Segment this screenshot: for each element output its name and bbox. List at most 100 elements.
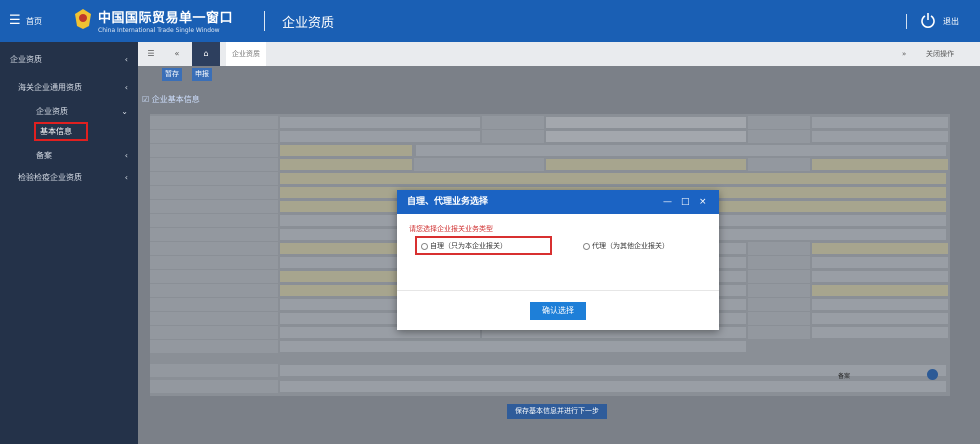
form-field[interactable]: [812, 327, 948, 338]
brand-subtitle: China International Trade Single Window: [98, 27, 220, 34]
form-label: [748, 270, 810, 283]
form-field[interactable]: [812, 159, 948, 170]
sidebar-item-label: 检验检疫企业资质: [18, 173, 82, 182]
sidebar-item-filing[interactable]: 备案 ‹: [0, 146, 138, 166]
modal-question: 请您选择企业报关业务类型: [409, 225, 493, 233]
form-label: [150, 172, 278, 185]
form-field[interactable]: [812, 131, 948, 142]
form-row: [150, 116, 950, 129]
form-field[interactable]: [280, 159, 412, 170]
form-field[interactable]: [812, 285, 948, 296]
save-next-button[interactable]: 保存基本信息并进行下一步: [507, 404, 607, 419]
form-label: [748, 116, 810, 129]
sidebar-item-label: 海关企业通用资质: [18, 83, 82, 92]
form-field[interactable]: [280, 145, 412, 156]
form-label: [482, 116, 544, 129]
form-field[interactable]: [280, 381, 946, 392]
form-row: [150, 172, 950, 185]
menu-toggle-icon[interactable]: ☰: [142, 42, 160, 66]
sidebar-item-qualification[interactable]: 企业资质 ‹: [0, 50, 138, 70]
form-field[interactable]: [812, 117, 948, 128]
section-title: ☑ 企业基本信息: [142, 94, 200, 105]
save-draft-button[interactable]: 暂存: [162, 68, 182, 81]
filing-tag: 备案: [838, 373, 851, 380]
form-label: [150, 200, 278, 213]
form-field[interactable]: [280, 131, 480, 142]
form-label: [150, 186, 278, 199]
form-label: [748, 312, 810, 325]
form-field[interactable]: [280, 341, 746, 352]
chevron-double-left-icon[interactable]: «: [166, 42, 188, 66]
header-divider: [264, 11, 265, 31]
form-row: [150, 130, 950, 143]
close-icon[interactable]: ×: [699, 190, 707, 214]
maximize-icon[interactable]: □: [681, 190, 690, 214]
chevron-left-icon: ‹: [124, 55, 128, 64]
sidebar-item-label: 企业资质: [36, 107, 68, 116]
form-label: [150, 242, 278, 255]
close-tabs-button[interactable]: 关闭操作: [926, 42, 954, 66]
form-label: [150, 364, 278, 377]
power-icon[interactable]: [920, 12, 936, 28]
form-row: [150, 380, 950, 393]
form-label: [748, 256, 810, 269]
form-label: [150, 312, 278, 325]
module-title: 企业资质: [282, 16, 335, 31]
form-label: [150, 340, 278, 353]
form-label: [748, 158, 810, 171]
form-field[interactable]: [416, 145, 946, 156]
form-label: [748, 242, 810, 255]
form-row: [150, 144, 950, 157]
home-link[interactable]: 首页: [26, 16, 42, 27]
form-field[interactable]: [812, 299, 948, 310]
modal-header: 自理、代理业务选择 — □ ×: [397, 190, 719, 214]
form-field[interactable]: [280, 173, 946, 184]
chevron-double-right-icon[interactable]: »: [902, 42, 906, 66]
sidebar: 企业资质 ‹ 海关企业通用资质 ‹ 企业资质 ⌄ 基本信息 备案 ‹ 检验检疫企…: [0, 42, 138, 444]
sidebar-item-enterprise[interactable]: 企业资质 ⌄: [0, 102, 138, 122]
form-label: [748, 298, 810, 311]
form-field[interactable]: [546, 159, 746, 170]
sidebar-item-customs-general[interactable]: 海关企业通用资质 ‹: [0, 78, 138, 98]
confirm-button[interactable]: 确认选择: [530, 302, 586, 320]
form-label: [150, 326, 278, 339]
edit-icon: ☑: [142, 95, 152, 104]
sidebar-item-inspection[interactable]: 检验检疫企业资质 ‹: [0, 168, 138, 188]
section-title-text: 企业基本信息: [151, 95, 200, 104]
tab-enterprise-qualification[interactable]: 企业资质: [226, 42, 266, 66]
form-label: [748, 130, 810, 143]
form-label: [748, 326, 810, 339]
home-tab-icon[interactable]: ⌂: [192, 42, 220, 66]
form-field[interactable]: [812, 243, 948, 254]
form-row: [150, 158, 950, 171]
minimize-icon[interactable]: —: [663, 190, 672, 214]
radio-agent[interactable]: 代理（为其他企业报关）: [583, 239, 669, 253]
form-label: [150, 116, 278, 129]
form-field[interactable]: [812, 257, 948, 268]
form-label: [150, 256, 278, 269]
chevron-down-icon: ⌄: [121, 107, 128, 116]
form-label: [150, 380, 278, 393]
customs-emblem-icon: [75, 9, 91, 29]
form-field[interactable]: [546, 131, 746, 142]
menu-icon[interactable]: ☰: [9, 13, 21, 28]
brand-title: 中国国际贸易单一窗口: [98, 11, 234, 26]
form-label: [150, 270, 278, 283]
declare-button[interactable]: 申报: [192, 68, 212, 81]
brand: 中国国际贸易单一窗口 China International Trade Sin…: [98, 7, 233, 34]
form-row: [150, 364, 950, 377]
form-field[interactable]: [812, 313, 948, 324]
logout-link[interactable]: 退出: [943, 16, 959, 27]
chevron-left-icon: ‹: [124, 83, 128, 92]
form-label: [150, 214, 278, 227]
form-label: [150, 158, 278, 171]
chevron-left-icon: ‹: [124, 173, 128, 182]
form-label: [150, 228, 278, 241]
modal-divider: [397, 290, 719, 291]
form-row: [150, 340, 950, 353]
form-field[interactable]: [812, 271, 948, 282]
add-circle-icon[interactable]: [927, 369, 938, 380]
sidebar-item-label: 企业资质: [10, 55, 42, 64]
form-field[interactable]: [280, 117, 480, 128]
form-field[interactable]: [546, 117, 746, 128]
